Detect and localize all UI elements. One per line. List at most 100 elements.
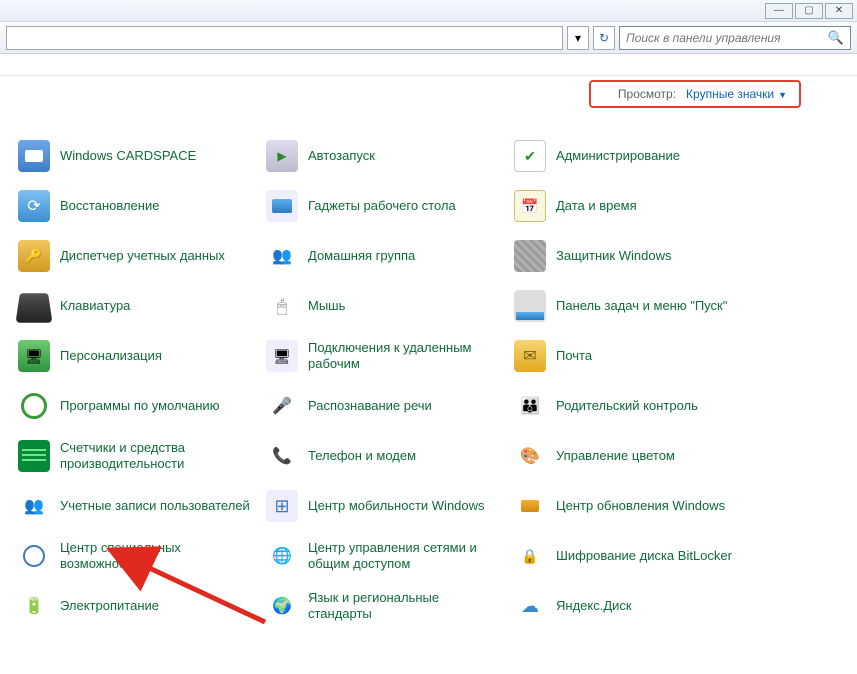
view-selector-highlight: Просмотр: Крупные значки▼ [589,80,801,108]
cpl-item-phone-modem[interactable]: Телефон и модем [266,438,506,474]
mail-icon [514,340,546,372]
control-panel-content: Windows CARDSPACE Автозапуск Администриров… [0,114,857,634]
cpl-item-credential-manager[interactable]: Диспетчер учетных данных [18,238,258,274]
cpl-item-taskbar-startmenu[interactable]: Панель задач и меню "Пуск" [514,288,774,324]
cpl-item-label: Шифрование диска BitLocker [556,548,732,564]
cpl-item-label: Яндекс.Диск [556,598,632,614]
mobility-center-icon [266,490,298,522]
cpl-item-parental-controls[interactable]: Родительский контроль [514,388,774,424]
cpl-item-mobility-center[interactable]: Центр мобильности Windows [266,488,506,524]
keyboard-icon [15,293,52,323]
cpl-item-personalization[interactable]: Персонализация [18,338,258,374]
cpl-item-label: Windows CARDSPACE [60,148,196,164]
color-management-icon [514,440,546,472]
mouse-icon [266,290,298,322]
autoplay-icon [266,140,298,172]
windows-update-icon [514,490,546,522]
cpl-item-label: Восстановление [60,198,159,214]
credential-manager-icon [18,240,50,272]
cpl-item-label: Телефон и модем [308,448,416,464]
view-selector-row: Просмотр: Крупные значки▼ [0,76,857,114]
cpl-item-bitlocker[interactable]: Шифрование диска BitLocker [514,538,774,574]
cpl-item-yandex-disk[interactable]: Яндекс.Диск [514,588,774,624]
cpl-item-label: Персонализация [60,348,162,364]
cpl-item-label: Автозапуск [308,148,375,164]
cpl-item-cardspace[interactable]: Windows CARDSPACE [18,138,258,174]
taskbar-startmenu-icon [514,290,546,322]
cpl-item-label: Защитник Windows [556,248,671,264]
user-accounts-icon [18,490,50,522]
minimize-button[interactable]: — [765,3,793,19]
cpl-item-network-sharing[interactable]: Центр управления сетями и общим доступом [266,538,506,574]
date-time-icon [514,190,546,222]
remote-desktop-icon [266,340,298,372]
cpl-item-speech-recognition[interactable]: Распознавание речи [266,388,506,424]
cpl-item-label: Мышь [308,298,345,314]
cpl-item-ease-of-access[interactable]: Центр специальных возможностей [18,538,258,574]
cpl-item-label: Управление цветом [556,448,675,464]
cpl-item-label: Счетчики и средства производительности [60,440,250,471]
ease-of-access-icon [18,540,50,572]
cpl-item-admin-tools[interactable]: Администрирование [514,138,774,174]
cpl-item-windows-defender[interactable]: Защитник Windows [514,238,774,274]
refresh-button[interactable]: ↻ [593,26,615,50]
windows-defender-icon [514,240,546,272]
maximize-button[interactable]: ▢ [795,3,823,19]
search-box[interactable]: 🔍 [619,26,851,50]
cpl-item-region-language[interactable]: Язык и региональные стандарты [266,588,506,624]
cpl-item-label: Клавиатура [60,298,130,314]
cpl-item-label: Почта [556,348,592,364]
search-input[interactable] [626,31,816,45]
cpl-item-label: Центр мобильности Windows [308,498,485,514]
cpl-item-mail[interactable]: Почта [514,338,774,374]
cpl-item-color-management[interactable]: Управление цветом [514,438,774,474]
cpl-item-windows-update[interactable]: Центр обновления Windows [514,488,774,524]
toolbar [0,54,857,76]
cpl-item-homegroup[interactable]: Домашняя группа [266,238,506,274]
cpl-item-label: Центр управления сетями и общим доступом [308,540,498,571]
cpl-item-label: Язык и региональные стандарты [308,590,498,621]
cpl-item-label: Электропитание [60,598,159,614]
cpl-item-label: Панель задач и меню "Пуск" [556,298,727,314]
cpl-item-autoplay[interactable]: Автозапуск [266,138,506,174]
cpl-item-performance[interactable]: Счетчики и средства производительности [18,438,258,474]
cpl-item-keyboard[interactable]: Клавиатура [18,288,258,324]
window-titlebar: — ▢ ✕ [0,0,857,22]
network-sharing-icon [266,540,298,572]
bitlocker-icon [514,540,546,572]
recovery-icon [18,190,50,222]
cpl-item-mouse[interactable]: Мышь [266,288,506,324]
cpl-item-power-options[interactable]: Электропитание [18,588,258,624]
cpl-item-label: Подключения к удаленным рабочим [308,340,498,371]
cpl-item-desktop-gadgets[interactable]: Гаджеты рабочего стола [266,188,506,224]
cpl-item-date-time[interactable]: Дата и время [514,188,774,224]
path-dropdown-button[interactable]: ▾ [567,26,589,50]
cpl-item-remote-desktop[interactable]: Подключения к удаленным рабочим [266,338,506,374]
items-grid: Windows CARDSPACE Автозапуск Администриров… [18,138,847,624]
cpl-item-label: Центр специальных возможностей [60,540,250,571]
speech-recognition-icon [266,390,298,422]
cpl-item-label: Родительский контроль [556,398,698,414]
yandex-disk-icon [514,590,546,622]
cpl-item-label: Домашняя группа [308,248,415,264]
region-language-icon [266,590,298,622]
cpl-item-label: Распознавание речи [308,398,432,414]
cardspace-icon [18,140,50,172]
view-dropdown[interactable]: Крупные значки▼ [686,87,787,101]
parental-controls-icon [514,390,546,422]
cpl-item-recovery[interactable]: Восстановление [18,188,258,224]
breadcrumb-path[interactable] [6,26,563,50]
view-label: Просмотр: [618,87,676,101]
cpl-item-label: Программы по умолчанию [60,398,219,414]
desktop-gadgets-icon [266,190,298,222]
cpl-item-default-programs[interactable]: Программы по умолчанию [18,388,258,424]
phone-modem-icon [266,440,298,472]
address-bar: ▾ ↻ 🔍 [0,22,857,54]
performance-icon [18,440,50,472]
cpl-item-label: Центр обновления Windows [556,498,725,514]
cpl-item-label: Учетные записи пользователей [60,498,250,514]
cpl-item-label: Гаджеты рабочего стола [308,198,456,214]
search-icon: 🔍 [828,30,844,46]
cpl-item-user-accounts[interactable]: Учетные записи пользователей [18,488,258,524]
close-button[interactable]: ✕ [825,3,853,19]
